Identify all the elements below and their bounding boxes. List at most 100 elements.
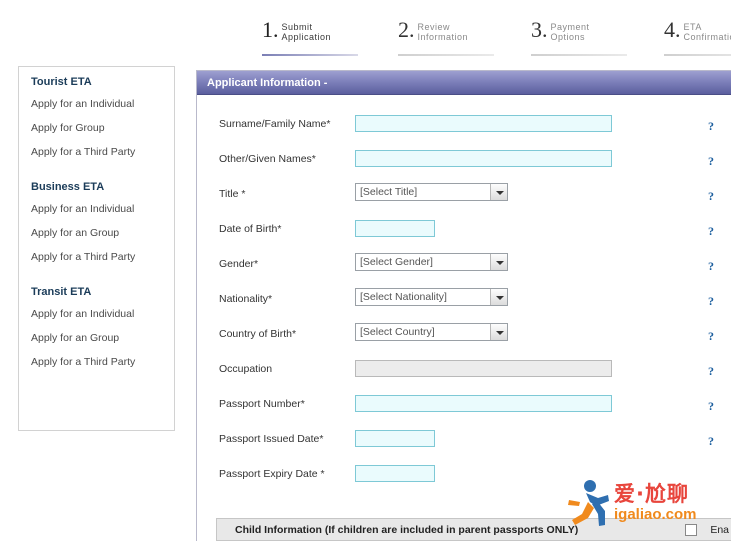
chevron-down-icon[interactable] [490,289,507,305]
label-surname: Surname/Family Name* [219,118,331,130]
given-names-input[interactable] [355,149,612,167]
field-occupation [355,358,612,377]
field-surname [355,113,612,132]
sidebar-heading-tourist: Tourist ETA [31,76,92,88]
sidebar-gap-2 [19,269,174,277]
sidebar-item-transit-third-party[interactable]: Apply for a Third Party [19,350,174,374]
date-of-birth-input[interactable] [355,219,435,237]
label-country-of-birth: Country of Birth* [219,328,297,340]
step-1-label: Submit Application [281,22,332,42]
sidebar-item-tourist-individual[interactable]: Apply for an Individual [19,92,174,116]
label-passport-issued-date: Passport Issued Date* [219,433,324,445]
child-information-label: Child Information (If children are inclu… [235,524,579,536]
sidebar-item-tourist-group[interactable]: Apply for Group [19,116,174,140]
sidebar-item-business-individual[interactable]: Apply for an Individual [19,197,174,221]
field-row-occupation: Occupation ? [197,356,731,391]
label-nationality: Nationality* [219,293,273,305]
step-4-number: 4. [664,17,681,42]
help-icon-passport-issued-date[interactable]: ? [708,434,714,449]
chevron-down-icon[interactable] [490,324,507,340]
step-2-number: 2. [398,17,415,42]
sidebar-item-transit-individual[interactable]: Apply for an Individual [19,302,174,326]
running-person-icon [568,480,609,526]
watermark-title: 爱·尬聊 [614,482,689,506]
passport-expiry-date-input[interactable] [355,464,435,482]
country-of-birth-select-value: [Select Country] [360,326,435,338]
field-row-passport-issued-date: Passport Issued Date* ? [197,426,731,461]
help-icon-gender[interactable]: ? [708,259,714,274]
watermark-subtitle: igaliao.com [614,506,697,523]
step-4-label: ETA Confirmation [683,22,731,42]
step-2-review-information[interactable]: 2. Review Information [398,17,494,56]
step-3-underline [531,54,627,56]
nationality-select-value: [Select Nationality] [360,291,447,303]
passport-number-input[interactable] [355,394,612,412]
nationality-select[interactable]: [Select Nationality] [355,288,508,306]
field-country-of-birth: [Select Country] [355,323,508,341]
label-gender: Gender* [219,258,259,270]
gender-select-value: [Select Gender] [360,256,433,268]
field-row-country-of-birth: Country of Birth* [Select Country] ? [197,321,731,356]
label-given-names: Other/Given Names* [219,153,316,165]
step-1-number: 1. [262,17,279,42]
label-passport-number: Passport Number* [219,398,305,410]
sidebar-item-tourist-third-party[interactable]: Apply for a Third Party [19,140,174,164]
occupation-input[interactable] [355,359,612,377]
panel-title: Applicant Information - [197,71,731,95]
step-2-underline [398,54,494,56]
step-4-underline [664,54,731,56]
field-row-given-names: Other/Given Names* ? [197,146,731,181]
field-passport-number [355,393,612,412]
step-3-label: Payment Options [550,22,590,42]
progress-step-bar: 1. Submit Application 2. Review Informat… [0,0,731,56]
step-1-underline [262,54,358,56]
chevron-down-icon[interactable] [490,254,507,270]
step-1-submit-application[interactable]: 1. Submit Application [262,17,358,56]
label-title: Title * [219,188,246,200]
help-icon-title[interactable]: ? [708,189,714,204]
field-row-surname: Surname/Family Name* ? [197,111,731,146]
step-3-number: 3. [531,17,548,42]
applicant-information-panel: Applicant Information - Surname/Family N… [196,70,731,541]
step-4-eta-confirmation[interactable]: 4. ETA Confirmation [664,17,731,56]
field-row-gender: Gender* [Select Gender] ? [197,251,731,286]
application-page: 1. Submit Application 2. Review Informat… [0,0,731,541]
help-icon-country-of-birth[interactable]: ? [708,329,714,344]
chevron-down-icon[interactable] [490,184,507,200]
field-row-date-of-birth: Date of Birth* ? [197,216,731,251]
title-select[interactable]: [Select Title] [355,183,508,201]
surname-input[interactable] [355,114,612,132]
help-icon-given-names[interactable]: ? [708,154,714,169]
country-of-birth-select[interactable]: [Select Country] [355,323,508,341]
step-2-label: Review Information [417,22,469,42]
sidebar-item-business-group[interactable]: Apply for an Group [19,221,174,245]
field-date-of-birth [355,218,435,237]
label-date-of-birth: Date of Birth* [219,223,282,235]
field-row-nationality: Nationality* [Select Nationality] ? [197,286,731,321]
step-3-payment-options[interactable]: 3. Payment Options [531,17,627,56]
sidebar-item-business-third-party[interactable]: Apply for a Third Party [19,245,174,269]
label-occupation: Occupation [219,363,273,375]
applicant-form: Surname/Family Name* ? Other/Given Names… [197,95,731,496]
field-row-title: Title * [Select Title] ? [197,181,731,216]
field-row-passport-number: Passport Number* ? [197,391,731,426]
field-given-names [355,148,612,167]
gender-select[interactable]: [Select Gender] [355,253,508,271]
field-nationality: [Select Nationality] [355,288,508,306]
field-passport-issued-date [355,428,435,447]
title-select-value: [Select Title] [360,186,418,198]
field-gender: [Select Gender] [355,253,508,271]
help-icon-passport-number[interactable]: ? [708,399,714,414]
sidebar-heading-business: Business ETA [31,181,105,193]
help-icon-nationality[interactable]: ? [708,294,714,309]
watermark: 爱·尬聊 igaliao.com [566,478,731,536]
field-passport-expiry-date [355,463,435,482]
sidebar-item-transit-group[interactable]: Apply for an Group [19,326,174,350]
field-title: [Select Title] [355,183,508,201]
help-icon-occupation[interactable]: ? [708,364,714,379]
help-icon-surname[interactable]: ? [708,119,714,134]
sidebar-gap-1 [19,164,174,172]
passport-issued-date-input[interactable] [355,429,435,447]
sidebar-heading-transit: Transit ETA [31,286,92,298]
help-icon-date-of-birth[interactable]: ? [708,224,714,239]
